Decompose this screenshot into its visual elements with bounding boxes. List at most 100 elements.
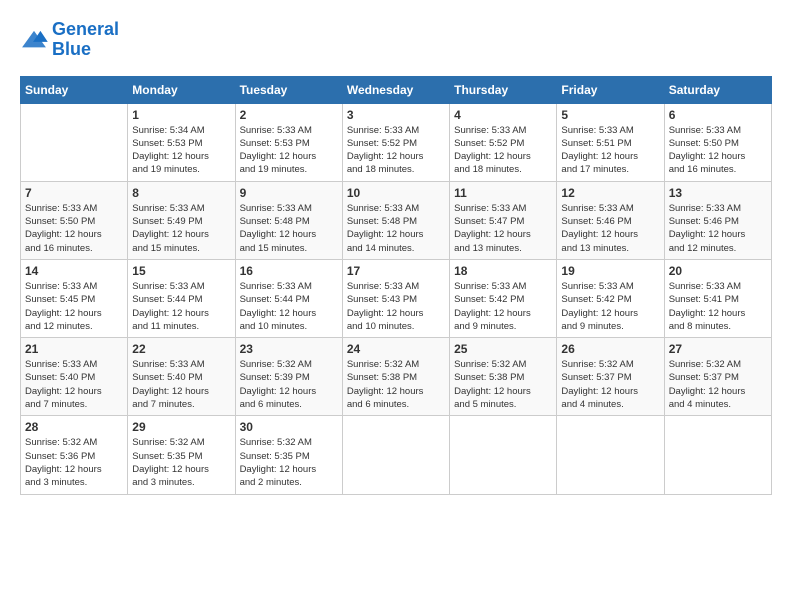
day-number: 5 <box>561 108 659 122</box>
day-info: Sunrise: 5:32 AMSunset: 5:35 PMDaylight:… <box>240 436 338 489</box>
day-cell: 18 Sunrise: 5:33 AMSunset: 5:42 PMDayligh… <box>450 259 557 337</box>
day-info: Sunrise: 5:33 AMSunset: 5:42 PMDaylight:… <box>561 280 659 333</box>
day-cell <box>450 416 557 494</box>
day-cell: 27 Sunrise: 5:32 AMSunset: 5:37 PMDayligh… <box>664 338 771 416</box>
day-info: Sunrise: 5:33 AMSunset: 5:48 PMDaylight:… <box>347 202 445 255</box>
day-cell: 20 Sunrise: 5:33 AMSunset: 5:41 PMDayligh… <box>664 259 771 337</box>
day-info: Sunrise: 5:33 AMSunset: 5:50 PMDaylight:… <box>669 124 767 177</box>
day-cell <box>342 416 449 494</box>
day-info: Sunrise: 5:33 AMSunset: 5:53 PMDaylight:… <box>240 124 338 177</box>
day-info: Sunrise: 5:33 AMSunset: 5:49 PMDaylight:… <box>132 202 230 255</box>
header-friday: Friday <box>557 76 664 103</box>
day-number: 18 <box>454 264 552 278</box>
day-cell: 23 Sunrise: 5:32 AMSunset: 5:39 PMDayligh… <box>235 338 342 416</box>
day-info: Sunrise: 5:32 AMSunset: 5:38 PMDaylight:… <box>347 358 445 411</box>
header-thursday: Thursday <box>450 76 557 103</box>
day-number: 26 <box>561 342 659 356</box>
day-info: Sunrise: 5:33 AMSunset: 5:45 PMDaylight:… <box>25 280 123 333</box>
day-cell: 8 Sunrise: 5:33 AMSunset: 5:49 PMDaylight… <box>128 181 235 259</box>
day-cell <box>557 416 664 494</box>
day-number: 1 <box>132 108 230 122</box>
day-number: 22 <box>132 342 230 356</box>
day-info: Sunrise: 5:33 AMSunset: 5:47 PMDaylight:… <box>454 202 552 255</box>
day-info: Sunrise: 5:33 AMSunset: 5:44 PMDaylight:… <box>240 280 338 333</box>
day-cell: 2 Sunrise: 5:33 AMSunset: 5:53 PMDaylight… <box>235 103 342 181</box>
day-number: 24 <box>347 342 445 356</box>
day-info: Sunrise: 5:33 AMSunset: 5:40 PMDaylight:… <box>25 358 123 411</box>
day-cell: 24 Sunrise: 5:32 AMSunset: 5:38 PMDayligh… <box>342 338 449 416</box>
day-cell <box>21 103 128 181</box>
day-info: Sunrise: 5:32 AMSunset: 5:39 PMDaylight:… <box>240 358 338 411</box>
logo-text-line1: General <box>52 20 119 40</box>
day-info: Sunrise: 5:33 AMSunset: 5:51 PMDaylight:… <box>561 124 659 177</box>
header-wednesday: Wednesday <box>342 76 449 103</box>
day-info: Sunrise: 5:32 AMSunset: 5:37 PMDaylight:… <box>561 358 659 411</box>
day-cell: 21 Sunrise: 5:33 AMSunset: 5:40 PMDayligh… <box>21 338 128 416</box>
day-cell: 12Sunrise: 5:33 AMSunset: 5:46 PMDayligh… <box>557 181 664 259</box>
day-info: Sunrise: 5:32 AMSunset: 5:36 PMDaylight:… <box>25 436 123 489</box>
day-number: 17 <box>347 264 445 278</box>
day-info: Sunrise: 5:33 AMSunset: 5:44 PMDaylight:… <box>132 280 230 333</box>
day-info: Sunrise: 5:33 AMSunset: 5:52 PMDaylight:… <box>347 124 445 177</box>
day-info: Sunrise: 5:33 AMSunset: 5:46 PMDaylight:… <box>561 202 659 255</box>
day-cell: 1 Sunrise: 5:34 AMSunset: 5:53 PMDaylight… <box>128 103 235 181</box>
day-info: Sunrise: 5:34 AMSunset: 5:53 PMDaylight:… <box>132 124 230 177</box>
day-cell: 7 Sunrise: 5:33 AMSunset: 5:50 PMDaylight… <box>21 181 128 259</box>
day-info: Sunrise: 5:32 AMSunset: 5:37 PMDaylight:… <box>669 358 767 411</box>
day-info: Sunrise: 5:33 AMSunset: 5:52 PMDaylight:… <box>454 124 552 177</box>
day-cell: 26 Sunrise: 5:32 AMSunset: 5:37 PMDayligh… <box>557 338 664 416</box>
day-info: Sunrise: 5:33 AMSunset: 5:40 PMDaylight:… <box>132 358 230 411</box>
day-number: 10 <box>347 186 445 200</box>
logo-icon <box>20 29 48 51</box>
calendar-header-row: SundayMondayTuesdayWednesdayThursdayFrid… <box>21 76 772 103</box>
day-cell: 19 Sunrise: 5:33 AMSunset: 5:42 PMDayligh… <box>557 259 664 337</box>
week-row-4: 21 Sunrise: 5:33 AMSunset: 5:40 PMDayligh… <box>21 338 772 416</box>
day-number: 27 <box>669 342 767 356</box>
day-number: 21 <box>25 342 123 356</box>
day-number: 16 <box>240 264 338 278</box>
day-cell: 11 Sunrise: 5:33 AMSunset: 5:47 PMDayligh… <box>450 181 557 259</box>
logo-text-line2: Blue <box>52 40 119 60</box>
day-info: Sunrise: 5:33 AMSunset: 5:43 PMDaylight:… <box>347 280 445 333</box>
header-tuesday: Tuesday <box>235 76 342 103</box>
header-monday: Monday <box>128 76 235 103</box>
day-cell: 10 Sunrise: 5:33 AMSunset: 5:48 PMDayligh… <box>342 181 449 259</box>
day-cell: 3 Sunrise: 5:33 AMSunset: 5:52 PMDaylight… <box>342 103 449 181</box>
day-number: 23 <box>240 342 338 356</box>
day-cell: 16 Sunrise: 5:33 AMSunset: 5:44 PMDayligh… <box>235 259 342 337</box>
week-row-2: 7 Sunrise: 5:33 AMSunset: 5:50 PMDaylight… <box>21 181 772 259</box>
day-info: Sunrise: 5:33 AMSunset: 5:42 PMDaylight:… <box>454 280 552 333</box>
day-info: Sunrise: 5:33 AMSunset: 5:50 PMDaylight:… <box>25 202 123 255</box>
day-number: 28 <box>25 420 123 434</box>
day-number: 3 <box>347 108 445 122</box>
day-number: 25 <box>454 342 552 356</box>
week-row-1: 1 Sunrise: 5:34 AMSunset: 5:53 PMDaylight… <box>21 103 772 181</box>
day-number: 2 <box>240 108 338 122</box>
day-number: 29 <box>132 420 230 434</box>
day-info: Sunrise: 5:32 AMSunset: 5:35 PMDaylight:… <box>132 436 230 489</box>
day-cell: 28 Sunrise: 5:32 AMSunset: 5:36 PMDayligh… <box>21 416 128 494</box>
day-info: Sunrise: 5:32 AMSunset: 5:38 PMDaylight:… <box>454 358 552 411</box>
day-cell: 17 Sunrise: 5:33 AMSunset: 5:43 PMDayligh… <box>342 259 449 337</box>
day-cell: 9 Sunrise: 5:33 AMSunset: 5:48 PMDaylight… <box>235 181 342 259</box>
day-number: 20 <box>669 264 767 278</box>
day-number: 11 <box>454 186 552 200</box>
day-number: 8 <box>132 186 230 200</box>
day-cell: 22 Sunrise: 5:33 AMSunset: 5:40 PMDayligh… <box>128 338 235 416</box>
day-number: 9 <box>240 186 338 200</box>
day-number: 4 <box>454 108 552 122</box>
logo: General Blue <box>20 20 119 60</box>
day-cell: 30Sunrise: 5:32 AMSunset: 5:35 PMDayligh… <box>235 416 342 494</box>
day-info: Sunrise: 5:33 AMSunset: 5:46 PMDaylight:… <box>669 202 767 255</box>
page-header: General Blue <box>20 20 772 60</box>
day-cell: 5 Sunrise: 5:33 AMSunset: 5:51 PMDaylight… <box>557 103 664 181</box>
header-sunday: Sunday <box>21 76 128 103</box>
day-number: 6 <box>669 108 767 122</box>
week-row-5: 28 Sunrise: 5:32 AMSunset: 5:36 PMDayligh… <box>21 416 772 494</box>
day-number: 19 <box>561 264 659 278</box>
day-number: 7 <box>25 186 123 200</box>
day-cell <box>664 416 771 494</box>
day-info: Sunrise: 5:33 AMSunset: 5:41 PMDaylight:… <box>669 280 767 333</box>
day-info: Sunrise: 5:33 AMSunset: 5:48 PMDaylight:… <box>240 202 338 255</box>
day-cell: 6 Sunrise: 5:33 AMSunset: 5:50 PMDaylight… <box>664 103 771 181</box>
